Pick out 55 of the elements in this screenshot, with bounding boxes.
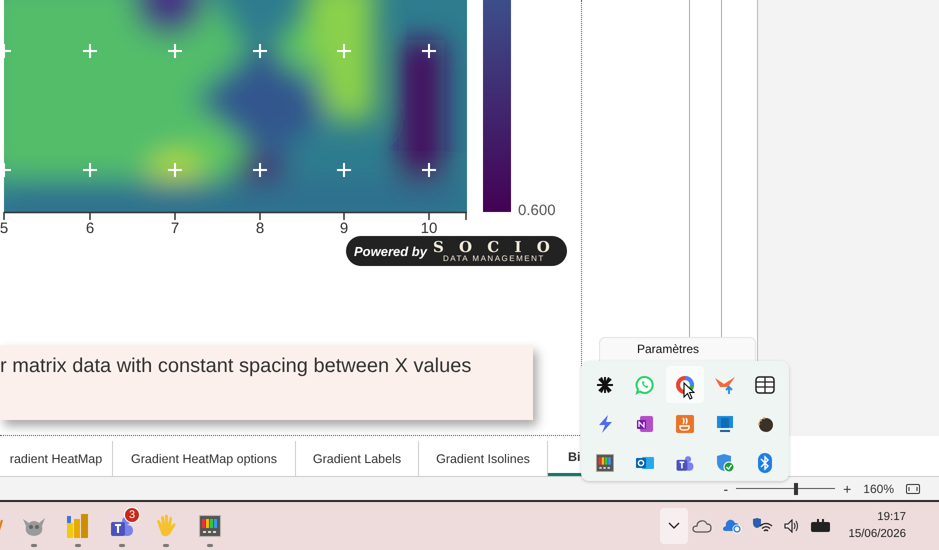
volume-icon[interactable] <box>784 519 800 533</box>
badge-prefix: Powered by <box>354 244 427 258</box>
tray-app-button[interactable] <box>666 366 704 403</box>
data-point-marker <box>336 162 352 178</box>
cup-icon <box>675 414 695 434</box>
data-point-marker <box>421 162 437 178</box>
notification-count: 3 <box>124 507 140 523</box>
zoom-reading: 160% <box>863 482 894 496</box>
chevron-icon <box>668 522 680 530</box>
note-text: r matrix data with constant spacing between X values <box>0 355 472 378</box>
sheet-tab[interactable]: radient HeatMap <box>0 441 113 476</box>
clock-time[interactable]: 19:17 <box>877 509 906 526</box>
data-point-marker <box>82 43 98 59</box>
table-icon <box>755 376 775 394</box>
zoom-out-button[interactable]: - <box>721 484 730 494</box>
tooltip: Paramètres <box>599 337 756 363</box>
sheet-tab[interactable]: Gradient Isolines <box>419 441 548 476</box>
bluetooth-icon <box>757 452 773 472</box>
notebook-icon <box>635 414 655 434</box>
color-bars-icon <box>199 515 221 537</box>
chat-bubble-icon <box>635 374 655 394</box>
x-tick-label: 6 <box>86 220 94 237</box>
shield-icon <box>715 452 735 472</box>
x-tick-label: 10 <box>420 220 438 237</box>
battery-icon[interactable] <box>810 519 832 533</box>
zoom-slider-thumb[interactable] <box>794 482 798 494</box>
x-tick-label: 9 <box>340 220 348 237</box>
fit-to-page-icon[interactable] <box>906 484 920 494</box>
color-bars-icon <box>596 454 614 472</box>
colorbar-label: 0.600 <box>518 202 556 219</box>
data-point-marker <box>421 43 437 59</box>
bird-icon <box>714 374 736 394</box>
lightning-icon <box>596 414 614 434</box>
data-point-marker <box>167 162 183 178</box>
sheet-tab[interactable]: Gradient Labels <box>296 441 419 476</box>
data-point-marker <box>82 162 98 178</box>
cursor-icon <box>683 382 695 400</box>
clock-date[interactable]: 15/06/2026 <box>848 526 906 543</box>
data-point-marker <box>252 162 268 178</box>
brand-tagline: DATA MANAGEMENT <box>442 254 545 262</box>
sync-cloud-icon[interactable] <box>722 518 742 534</box>
x-tick-label: 8 <box>256 220 264 237</box>
data-point-marker <box>336 43 352 59</box>
data-point-marker <box>252 43 268 59</box>
x-tick-label: 5 <box>0 220 8 237</box>
sheet-tab[interactable]: Gradient HeatMap options <box>113 441 296 476</box>
zoom-in-button[interactable]: + <box>841 484 854 494</box>
bar-chart-icon <box>65 513 91 539</box>
shield-wifi-icon[interactable] <box>752 518 774 534</box>
burst-icon <box>596 376 614 394</box>
cloud-icon[interactable] <box>692 519 712 533</box>
x-tick-label: 7 <box>170 220 180 237</box>
brand-logo-text: S O C I O <box>432 240 555 254</box>
monitor-icon <box>715 414 735 434</box>
data-point-marker <box>167 43 183 59</box>
